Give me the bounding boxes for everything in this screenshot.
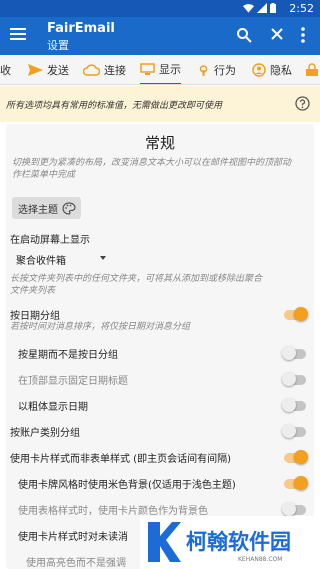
beige-background-toggle[interactable] [284, 476, 308, 490]
toggle-knob [282, 398, 296, 412]
start-screen-label: 在启动屏幕上显示 [10, 235, 90, 246]
notice-text: 所有选项均具有常用的标准值，无需做出更改即可使用 [6, 101, 223, 111]
week-group-label: 按星期而不是按日分组 [18, 350, 118, 361]
kehan-logo-icon [148, 522, 181, 562]
battery-icon [270, 3, 276, 13]
highlight-color-label: 使用高亮色而不是强调 [26, 558, 126, 569]
bold-date-toggle[interactable] [282, 398, 306, 412]
date-group-toggle[interactable] [284, 307, 308, 321]
toggle-knob [282, 502, 296, 516]
tab-display[interactable]: 显示 [140, 55, 181, 84]
status-bar: 2:52 [0, 0, 320, 17]
tab-send[interactable]: 发送 [28, 55, 69, 84]
app-subtitle: 设置 [47, 39, 69, 52]
tab-privacy-label: 隐私 [270, 64, 292, 77]
tab-display-label: 显示 [159, 63, 181, 76]
more-options-icon[interactable] [301, 27, 305, 43]
tab-connection[interactable]: 连接 [83, 55, 126, 84]
settings-tabs: 收 发送 连接 显示 行为 隐私 [0, 55, 320, 85]
tab-receive-label: 收 [0, 64, 11, 77]
beige-background-label: 使用卡牌风格时使用米色背景(仅适用于浅色主题) [18, 480, 236, 491]
compact-hint-line2: 作栏菜单中完成 [12, 170, 76, 180]
fixed-date-header-label: 在顶部显示固定日期标题 [18, 376, 128, 387]
touch-icon [199, 64, 208, 76]
toggle-knob [294, 307, 308, 321]
date-group-label: 按日期分组 [10, 311, 60, 322]
tab-connection-label: 连接 [104, 64, 126, 77]
week-group-toggle[interactable] [282, 346, 306, 360]
toggle-knob [282, 372, 296, 386]
card-color-label: 使用表格样式时，使用卡片颜色作为背景色 [18, 506, 208, 517]
signal-icon [257, 3, 267, 13]
card-style-label: 使用卡片样式而非表单样式 (即主页会话间有间隔) [10, 454, 231, 465]
toggle-knob [282, 346, 296, 360]
start-screen-hint-line2: 文件夹列表 [10, 286, 56, 296]
search-icon[interactable] [236, 27, 252, 43]
status-time: 2:52 [289, 2, 314, 15]
toggle-knob [294, 476, 308, 490]
compact-hint-line1: 切换到更为紧凑的布局，改变消息文本大小可以在邮件视图中的顶部动 [12, 158, 292, 168]
select-theme-label: 选择主题 [18, 204, 58, 216]
app-bar: FairEmail 设置 [0, 17, 320, 55]
card-unread-label: 使用卡片样式时对未读消 [18, 532, 128, 543]
help-icon[interactable] [295, 96, 310, 111]
section-title: 常规 [144, 134, 175, 152]
tab-next-partial[interactable] [306, 55, 320, 84]
toggle-knob [282, 424, 296, 438]
card-color-toggle[interactable] [282, 502, 306, 516]
category-group-toggle[interactable] [282, 424, 306, 438]
send-icon [28, 64, 43, 76]
defaults-notice: 所有选项均具有常用的标准值，无需做出更改即可使用 [0, 86, 320, 122]
start-screen-hint-line1: 长按文件夹列表中的任何文件夹，可将其从添加到或移除出聚合 [10, 274, 263, 284]
general-settings-card: 常规 切换到更为紧凑的布局，改变消息文本大小可以在邮件视图中的顶部动 作栏菜单中… [6, 124, 314, 569]
hamburger-menu-icon[interactable] [10, 27, 26, 41]
watermark-url: KEHAN88.COM [238, 556, 283, 563]
tab-send-label: 发送 [47, 64, 69, 77]
select-theme-button[interactable]: 选择主题 [12, 197, 81, 219]
privacy-icon [252, 63, 266, 77]
wifi-icon [243, 4, 254, 13]
card-style-toggle[interactable] [284, 450, 308, 464]
watermark-brand: 柯翰软件园 [186, 530, 291, 554]
app-title: FairEmail [47, 21, 115, 36]
tab-behavior[interactable]: 行为 [197, 55, 236, 84]
fixed-date-header-toggle[interactable] [282, 372, 306, 386]
start-screen-select[interactable]: 聚合收件箱 [16, 252, 106, 267]
palette-icon [62, 201, 76, 215]
close-icon[interactable] [270, 27, 284, 41]
cloud-icon [83, 64, 100, 76]
category-group-label: 按账户类别分组 [10, 428, 80, 439]
toggle-knob [294, 450, 308, 464]
tab-receive[interactable]: 收 [0, 55, 11, 84]
watermark: 柯翰软件园 KEHAN88.COM [140, 516, 320, 569]
date-group-hint: 若按时间对消息排序，将仅按日期对消息分组 [10, 322, 191, 332]
tab-behavior-label: 行为 [214, 64, 236, 77]
encryption-icon [306, 63, 318, 76]
tab-privacy[interactable]: 隐私 [252, 55, 292, 84]
chevron-down-icon [100, 256, 106, 260]
status-icons [243, 3, 276, 13]
monitor-icon [140, 62, 155, 75]
start-screen-value: 聚合收件箱 [16, 256, 66, 267]
bold-date-label: 以粗体显示日期 [18, 402, 88, 413]
